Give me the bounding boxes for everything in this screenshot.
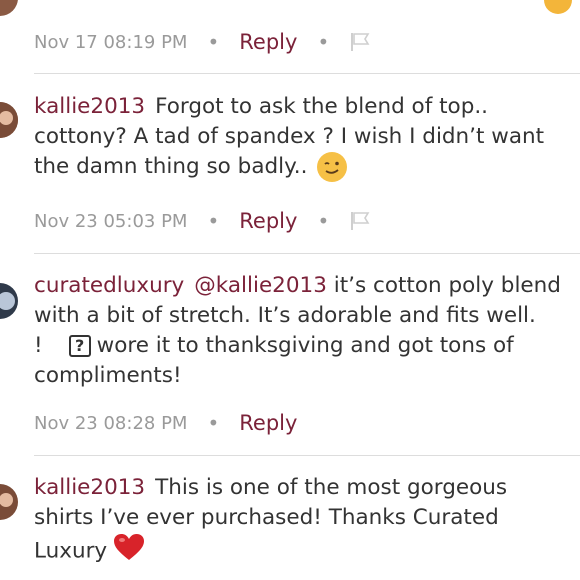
comment-meta: Nov 23 08:28 PM • Reply	[34, 411, 297, 435]
comment-text: it’s cotton poly blend	[333, 273, 561, 298]
avatar[interactable]	[0, 102, 18, 138]
flag-icon[interactable]	[349, 32, 371, 52]
separator-dot: •	[317, 30, 330, 54]
unknown-glyph-icon: ?	[68, 335, 91, 357]
reply-button[interactable]: Reply	[239, 30, 297, 54]
comment-username[interactable]: kallie2013	[34, 475, 145, 500]
comment-text: the damn thing so badly..	[34, 154, 308, 179]
separator-dot: •	[207, 209, 220, 233]
comment-text: with a bit of stretch. It’s adorable and…	[34, 303, 536, 328]
wink-emoji-icon	[317, 152, 348, 182]
comment-body: curatedluxury @kallie2013 it’s cotton pol…	[34, 271, 580, 391]
mention-link[interactable]: @kallie2013	[194, 273, 327, 298]
avatar[interactable]	[0, 283, 18, 319]
comment-text: !	[34, 333, 43, 358]
comment-meta: Nov 17 08:19 PM • Reply •	[34, 30, 371, 54]
comment-meta: Nov 23 05:03 PM • Reply •	[34, 209, 371, 233]
comment-timestamp: Nov 17 08:19 PM	[34, 31, 188, 53]
comment-text: compliments!	[34, 363, 182, 388]
reply-button[interactable]: Reply	[239, 209, 297, 233]
avatar[interactable]	[0, 484, 18, 520]
comment-text: shirts I’ve ever purchased! Thanks Curat…	[34, 505, 499, 530]
divider	[34, 455, 580, 456]
comment-body: kallie2013 This is one of the most gorgeo…	[34, 473, 580, 570]
comment-timestamp: Nov 23 05:03 PM	[34, 210, 188, 232]
reply-button[interactable]: Reply	[239, 411, 297, 435]
emoji-icon	[544, 0, 572, 14]
comment-text: cottony? A tad of spandex ? I wish I did…	[34, 124, 545, 149]
comment-text: wore it to thanksgiving and got tons of	[96, 333, 514, 358]
comment-timestamp: Nov 23 08:28 PM	[34, 412, 188, 434]
avatar[interactable]	[0, 0, 18, 16]
divider	[34, 73, 580, 74]
separator-dot: •	[207, 411, 220, 435]
separator-dot: •	[317, 209, 330, 233]
comment-text: Forgot to ask the blend of top..	[155, 94, 489, 119]
comment-username[interactable]: kallie2013	[34, 94, 145, 119]
heart-icon	[113, 533, 145, 570]
divider	[34, 253, 580, 254]
separator-dot: •	[207, 30, 220, 54]
comment-text: Luxury	[34, 538, 108, 564]
comment-body: kallie2013 Forgot to ask the blend of top…	[34, 92, 580, 182]
comment-username[interactable]: curatedluxury	[34, 273, 184, 298]
flag-icon[interactable]	[349, 211, 371, 231]
comment-text: This is one of the most gorgeous	[155, 475, 508, 500]
